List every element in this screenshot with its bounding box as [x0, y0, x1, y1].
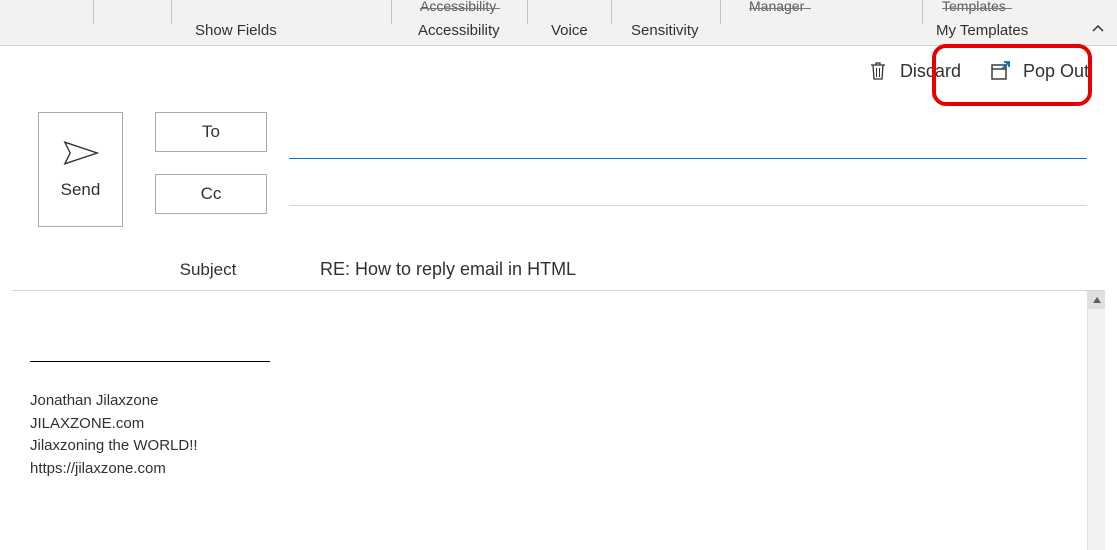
- vertical-scrollbar[interactable]: [1087, 291, 1105, 550]
- trash-icon: [868, 60, 888, 82]
- send-button[interactable]: Send: [38, 112, 123, 227]
- ribbon-divider: [527, 0, 528, 24]
- ribbon-divider: [922, 0, 923, 24]
- ribbon-group-my-templates[interactable]: My Templates: [936, 22, 1028, 39]
- send-label: Send: [61, 180, 101, 200]
- ribbon: Show Fields Accessibility Accessibility …: [0, 0, 1117, 46]
- signature-line: Jilaxzoning the WORLD!!: [30, 435, 1069, 458]
- ribbon-divider: [93, 0, 94, 24]
- to-input[interactable]: [289, 123, 1087, 153]
- subject-label: Subject: [108, 260, 308, 280]
- ribbon-accessibility-stack: Accessibility: [420, 0, 496, 14]
- discard-label: Discard: [900, 61, 961, 82]
- ribbon-group-accessibility[interactable]: Accessibility: [418, 22, 500, 39]
- ribbon-manager-stack: Manager: [749, 0, 804, 14]
- ribbon-group-voice[interactable]: Voice: [551, 22, 588, 39]
- pop-out-label: Pop Out: [1023, 61, 1089, 82]
- pop-out-button[interactable]: Pop Out: [989, 60, 1089, 82]
- signature-line: Jonathan Jilaxzone: [30, 390, 1069, 413]
- message-body[interactable]: Jonathan Jilaxzone JILAXZONE.com Jilaxzo…: [12, 291, 1087, 550]
- ribbon-strike: [942, 8, 1012, 9]
- signature-rule: [30, 361, 270, 362]
- ribbon-strike: [420, 8, 500, 9]
- subject-input[interactable]: RE: How to reply email in HTML: [320, 259, 576, 280]
- ribbon-divider: [171, 0, 172, 24]
- compose-header: Send To Cc Subject RE: How to reply emai…: [0, 96, 1117, 280]
- ribbon-divider: [391, 0, 392, 24]
- ribbon-divider: [611, 0, 612, 24]
- scroll-up-icon[interactable]: [1088, 291, 1105, 309]
- ribbon-divider: [720, 0, 721, 24]
- cc-label: Cc: [201, 184, 222, 204]
- to-label: To: [202, 122, 220, 142]
- message-body-container: Jonathan Jilaxzone JILAXZONE.com Jilaxzo…: [12, 290, 1105, 550]
- send-icon: [63, 140, 99, 166]
- to-button[interactable]: To: [155, 112, 267, 152]
- collapse-ribbon-chevron-icon[interactable]: [1091, 22, 1105, 36]
- ribbon-templates-stack: Templates: [942, 0, 1006, 14]
- ribbon-strike: [749, 8, 811, 9]
- cc-underline: [289, 205, 1087, 206]
- pop-out-icon: [989, 60, 1011, 82]
- signature-link[interactable]: https://jilaxzone.com: [30, 458, 1069, 481]
- cc-button[interactable]: Cc: [155, 174, 267, 214]
- ribbon-group-show-fields[interactable]: Show Fields: [195, 22, 277, 39]
- compose-action-bar: Discard Pop Out: [0, 46, 1117, 96]
- ribbon-group-sensitivity[interactable]: Sensitivity: [631, 22, 699, 39]
- signature-line: JILAXZONE.com: [30, 413, 1069, 436]
- discard-button[interactable]: Discard: [868, 60, 961, 82]
